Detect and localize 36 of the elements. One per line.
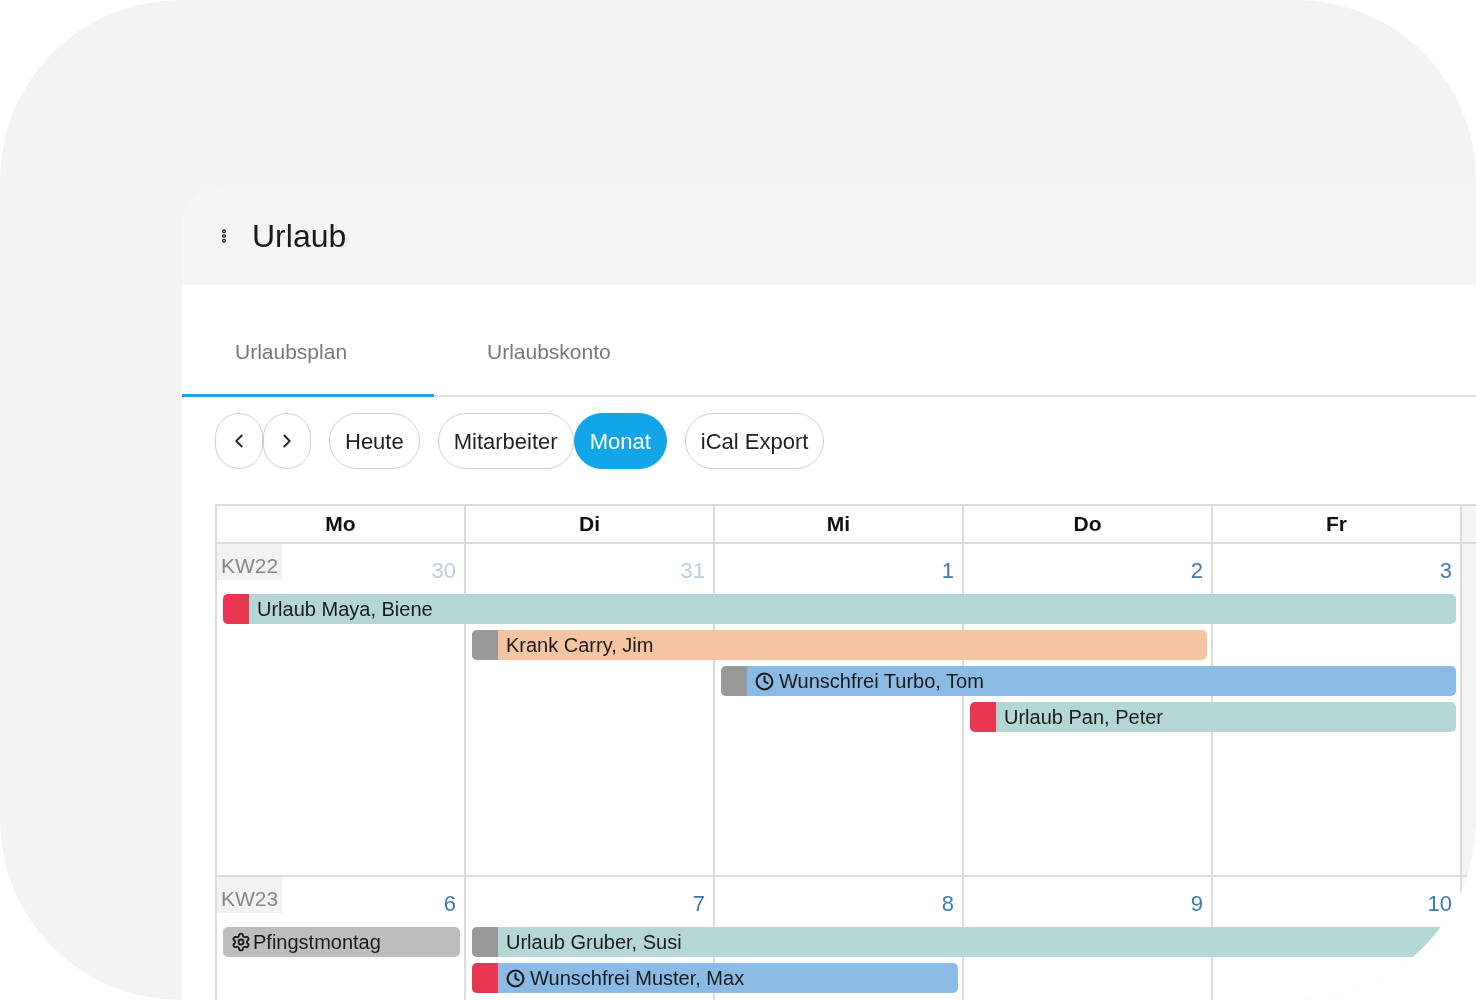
event-bar[interactable]: Pfingstmontag (223, 927, 460, 957)
event-title: Urlaub Pan, Peter (1004, 705, 1163, 730)
tab[interactable]: Urlaubskonto (434, 309, 686, 397)
weekday-header: Di (466, 506, 715, 544)
week-number: KW22 (217, 544, 283, 580)
event-title: Urlaub Maya, Biene (257, 597, 433, 622)
clock-icon (755, 671, 774, 691)
week-number: KW23 (217, 877, 283, 913)
event-title: Wunschfrei Turbo, Tom (779, 669, 984, 694)
clock-icon (506, 968, 525, 988)
day-number[interactable]: 1 (941, 544, 962, 587)
event-title: Wunschfrei Muster, Max (530, 966, 745, 991)
day-number[interactable]: 2 (1190, 544, 1211, 587)
weekday-header: Do (964, 506, 1213, 544)
gear-icon (231, 932, 251, 952)
toolbar-button[interactable]: Mitarbeiter (437, 413, 574, 469)
event-bar[interactable]: Krank Carry, Jim (472, 630, 1207, 660)
day-number[interactable]: 8 (941, 877, 962, 920)
day-number[interactable]: 3 (1439, 544, 1460, 587)
event-bar[interactable]: Urlaub Maya, Biene (223, 594, 1456, 624)
day-number[interactable]: 6 (443, 877, 464, 920)
event-title: Urlaub Gruber, Susi (506, 930, 682, 955)
event-bar[interactable]: Wunschfrei Muster, Max (472, 963, 958, 993)
day-number[interactable]: 9 (1190, 877, 1211, 920)
event-title: Pfingstmontag (253, 930, 381, 955)
toolbar-button[interactable]: Monat (573, 413, 667, 469)
toolbar-button[interactable]: Heute (329, 413, 420, 469)
day-number[interactable]: 10 (1427, 877, 1460, 920)
tab[interactable]: Urlaubsplan (182, 309, 434, 397)
weekday-header: Mi (715, 506, 964, 544)
event-bar[interactable]: Wunschfrei Turbo, Tom (721, 666, 1456, 696)
day-number[interactable]: 7 (692, 877, 713, 920)
app-title: Urlaub (252, 216, 347, 256)
event-bar[interactable]: Urlaub Pan, Peter (970, 702, 1456, 732)
toolbar-button[interactable]: iCal Export (684, 413, 825, 469)
event-title: Krank Carry, Jim (506, 633, 654, 658)
